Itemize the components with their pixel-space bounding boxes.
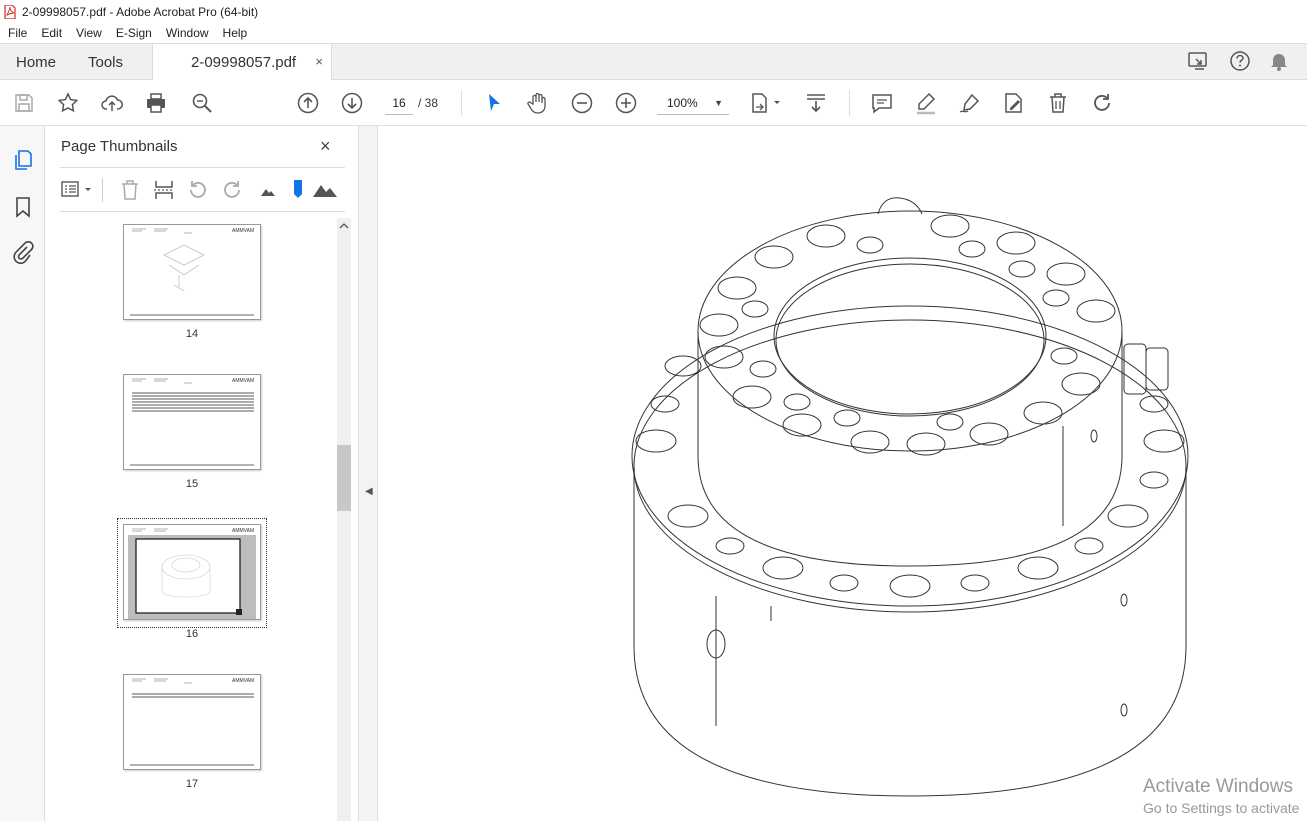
left-navigation-rail: [0, 126, 45, 821]
chevron-down-icon: ▼: [714, 98, 723, 108]
thumbnail-header-tag: AMMVAM: [232, 378, 254, 384]
menu-view[interactable]: View: [76, 26, 102, 40]
edit-pdf-icon[interactable]: [1002, 91, 1026, 115]
toolbar-divider: [849, 90, 850, 116]
bookmark-star-icon[interactable]: [56, 91, 80, 115]
tab-document[interactable]: 2-09998057.pdf ×: [152, 44, 332, 81]
thumbnail-page-number: 14: [185, 328, 199, 340]
scroll-mode-icon[interactable]: [804, 91, 828, 115]
scrollbar-thumb[interactable]: [337, 445, 351, 511]
rotate-clockwise-page-icon[interactable]: [220, 178, 244, 202]
comment-icon[interactable]: [870, 91, 894, 115]
zoom-level-value: 100%: [667, 96, 698, 110]
collapse-arrow-icon: ◀: [365, 486, 373, 497]
tab-bar: Home Tools 2-09998057.pdf ×: [0, 43, 1307, 81]
delete-page-icon[interactable]: [118, 178, 142, 202]
panel-close-icon[interactable]: ×: [320, 136, 331, 157]
menu-edit[interactable]: Edit: [41, 26, 62, 40]
tab-home[interactable]: Home: [16, 44, 56, 80]
thumbnail-list: AMMVAM 14 AMMVAM 15 AMMVAM 16 AMMVAM 17: [45, 218, 335, 821]
technical-drawing: [631, 197, 1189, 797]
page-number-input[interactable]: 16: [385, 91, 413, 115]
thumbnail-size-slider-icon[interactable]: [292, 178, 304, 200]
window-title: 2-09998057.pdf - Adobe Acrobat Pro (64-b…: [22, 4, 259, 19]
thumbnail-preview: AMMVAM: [124, 525, 260, 619]
tab-close-icon[interactable]: ×: [315, 54, 323, 69]
toolbar-divider: [461, 90, 462, 116]
tab-tools[interactable]: Tools: [88, 44, 123, 80]
thumbnail-toolbar: [60, 176, 345, 204]
share-screen-icon[interactable]: [1187, 50, 1211, 72]
select-cursor-icon[interactable]: [482, 91, 506, 115]
thumbnail-preview: AMMVAM: [130, 378, 254, 466]
thumbnail-header-tag: AMMVAM: [232, 528, 254, 534]
enlarge-thumbnail-size-icon[interactable]: [312, 179, 338, 199]
zoom-out-icon[interactable]: [570, 91, 594, 115]
highlight-pen-icon[interactable]: [914, 91, 938, 115]
page-total: / 38: [418, 96, 439, 110]
zoom-in-icon[interactable]: [614, 91, 638, 115]
menu-file[interactable]: File: [8, 26, 27, 40]
rotate-counterclockwise-icon[interactable]: [186, 178, 210, 202]
upload-cloud-icon[interactable]: [100, 91, 124, 115]
thumbnail-header-tag: AMMVAM: [232, 678, 254, 684]
thumbnail-options-menu-icon[interactable]: [60, 178, 96, 202]
help-icon[interactable]: [1229, 50, 1251, 72]
menu-bar: File Edit View E-Sign Window Help: [0, 23, 1307, 43]
menu-help[interactable]: Help: [223, 26, 248, 40]
scroll-up-icon[interactable]: [339, 222, 349, 230]
thumbnail-page[interactable]: AMMVAM: [123, 674, 261, 770]
document-view[interactable]: [378, 126, 1307, 821]
thumbnail-page-number: 17: [185, 778, 199, 790]
save-icon[interactable]: [12, 91, 36, 115]
bookmarks-icon[interactable]: [11, 195, 35, 219]
thumbnail-page-number: 15: [185, 478, 199, 490]
panel-divider: [60, 211, 345, 212]
attachments-paperclip-icon[interactable]: [11, 240, 35, 264]
next-page-icon[interactable]: [340, 91, 364, 115]
thumbnail-page[interactable]: AMMVAM: [123, 374, 261, 470]
main-toolbar: 16 / 38 100% ▼: [0, 80, 1307, 126]
thumbnail-preview: AMMVAM: [130, 678, 254, 766]
thumbnail-preview: AMMVAM: [130, 228, 254, 316]
print-icon[interactable]: [144, 91, 168, 115]
thumbnail-scrollbar[interactable]: [337, 218, 351, 821]
previous-page-icon[interactable]: [296, 91, 320, 115]
tab-document-label: 2-09998057.pdf: [191, 54, 297, 71]
menu-esign[interactable]: E-Sign: [116, 26, 152, 40]
watermark-line-2: Go to Settings to activate: [1143, 800, 1300, 816]
rotate-clockwise-icon[interactable]: [1090, 91, 1114, 115]
page-fit-icon[interactable]: [750, 91, 784, 115]
panel-divider: [60, 167, 345, 168]
zoom-search-icon[interactable]: [190, 91, 214, 115]
toolbar-divider: [102, 178, 103, 202]
page-thumbnails-icon[interactable]: [11, 148, 35, 172]
windows-activation-watermark: Activate Windows Go to Settings to activ…: [1143, 776, 1299, 816]
draw-pen-icon[interactable]: [958, 91, 982, 115]
notifications-bell-icon[interactable]: [1269, 50, 1289, 72]
thumbnail-page-number: 16: [185, 628, 199, 640]
zoom-level-select[interactable]: 100% ▼: [657, 91, 729, 115]
title-bar: 2-09998057.pdf - Adobe Acrobat Pro (64-b…: [0, 0, 1307, 23]
acrobat-icon: [4, 4, 16, 19]
thumbnail-header-tag: AMMVAM: [232, 228, 254, 234]
reduce-thumbnail-size-icon[interactable]: [260, 182, 276, 198]
thumbnail-page-selected[interactable]: AMMVAM: [123, 524, 261, 620]
panel-collapse-handle[interactable]: ◀: [358, 126, 378, 821]
insert-page-icon[interactable]: [152, 178, 176, 202]
hand-tool-icon[interactable]: [526, 91, 550, 115]
menu-window[interactable]: Window: [166, 26, 209, 40]
page-thumbnails-panel: Page Thumbnails × AMMVAM 14 AMMVAM 15 AM…: [45, 126, 358, 821]
trash-icon[interactable]: [1046, 91, 1070, 115]
thumbnail-page[interactable]: AMMVAM: [123, 224, 261, 320]
watermark-line-1: Activate Windows: [1143, 776, 1293, 797]
panel-title: Page Thumbnails: [61, 138, 178, 155]
